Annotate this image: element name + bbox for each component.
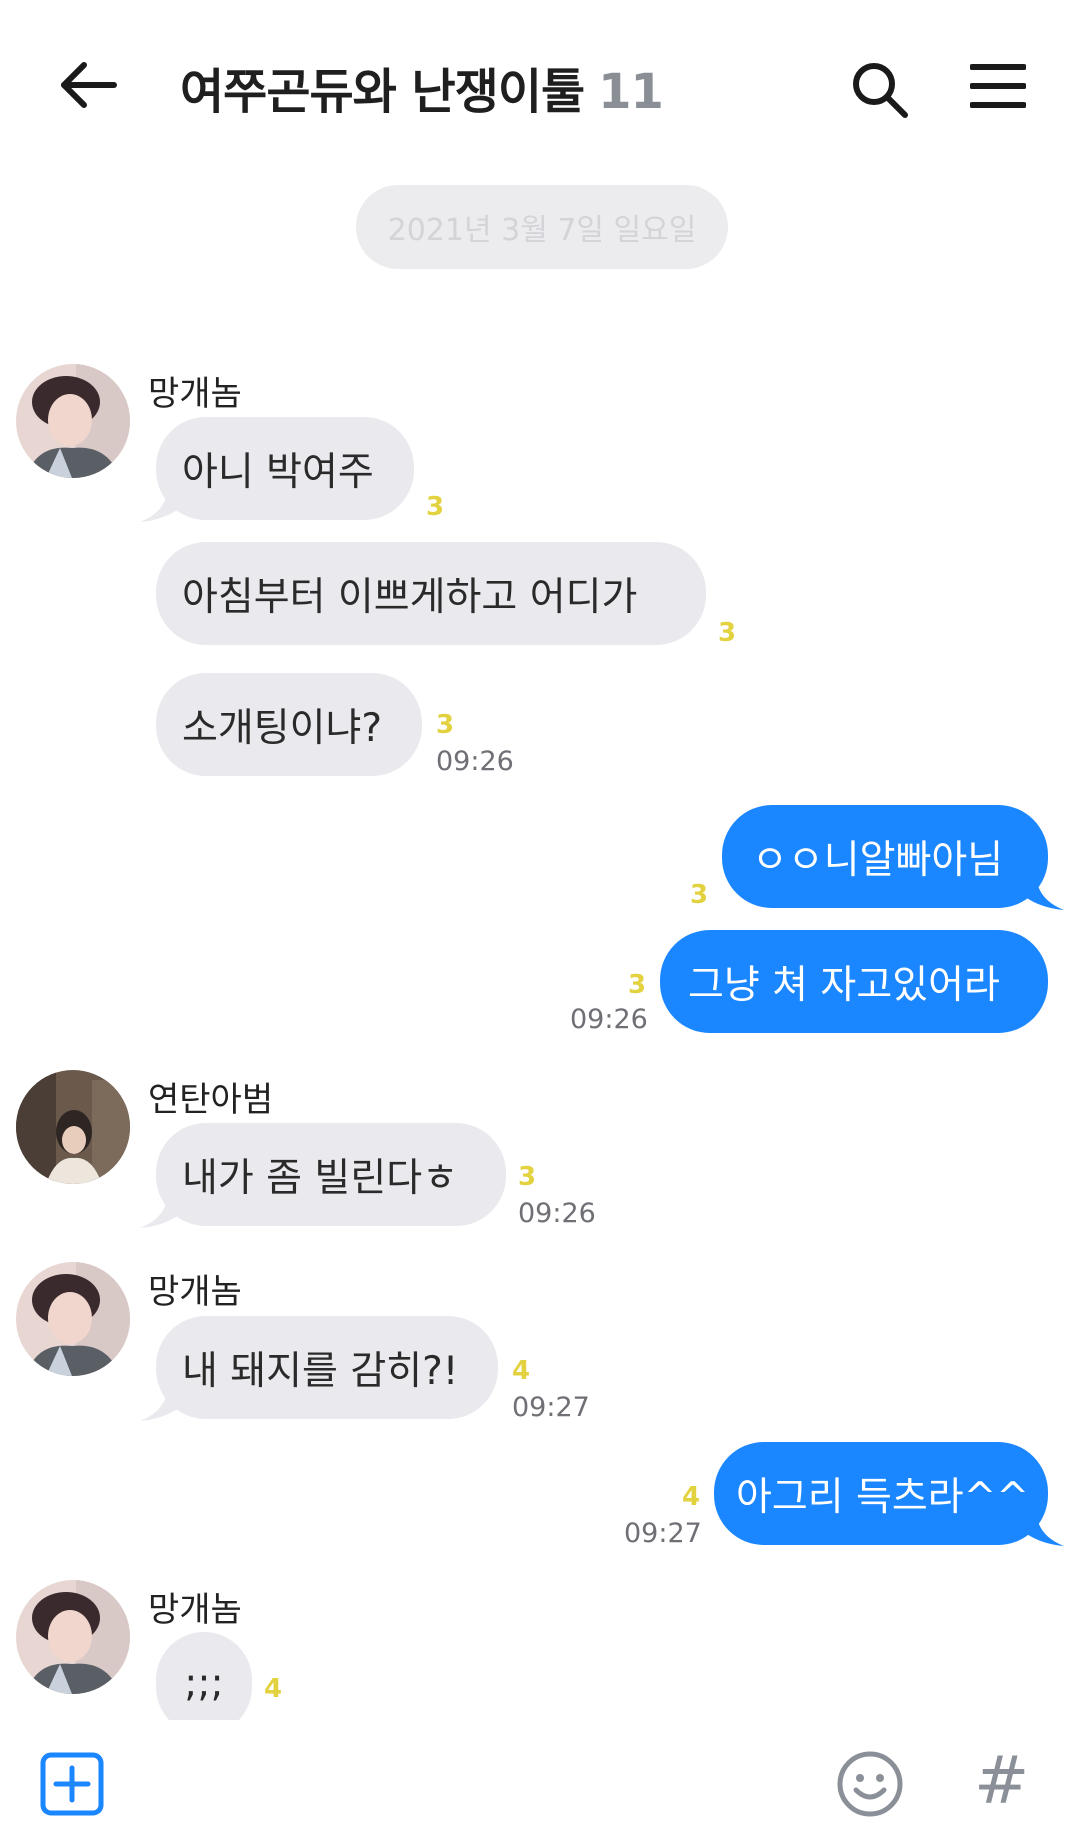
search-button[interactable] [850,60,910,120]
profile-photo-icon [16,1580,130,1694]
message-bubble[interactable]: 내 돼지를 감히?! [156,1316,498,1419]
sender-name: 연탄아범 [148,1080,274,1120]
unread-count: 3 [628,970,647,1000]
message-bubble[interactable]: 아니 박여주 [156,417,414,520]
chat-title: 여쭈곤듀와 난쟁이툴 11 [180,52,664,122]
message-bubble[interactable]: 아침부터 이쁘게하고 어디가 [156,542,706,645]
sender-name: 망개놈 [148,1590,242,1630]
date-divider: 2021년 3월 7일 일요일 [356,185,728,269]
message-time: 09:26 [518,1198,596,1229]
message-bubble[interactable]: 그냥 쳐 자고있어라 [660,930,1048,1033]
profile-photo-icon [16,1262,130,1376]
message-time: 09:26 [570,1004,648,1035]
chat-room-name: 여쭈곤듀와 난쟁이툴 [180,64,585,120]
message-time: 09:27 [624,1518,702,1549]
avatar[interactable] [16,364,130,478]
unread-count: 4 [512,1356,531,1386]
unread-count: 3 [718,618,737,648]
hamburger-menu-icon [969,64,1027,108]
chat-header: 여쭈곤듀와 난쟁이툴 11 [0,0,1080,170]
unread-count: 3 [426,492,445,522]
sender-name: 망개놈 [148,1272,242,1312]
member-count: 11 [598,64,664,120]
smiley-icon [837,1751,903,1817]
avatar[interactable] [16,1262,130,1376]
unread-count: 3 [436,710,455,740]
arrow-left-icon [61,62,117,108]
back-button[interactable] [58,60,118,110]
unread-count: 4 [682,1482,701,1512]
attach-button[interactable] [40,1752,104,1816]
profile-photo-icon [16,1070,130,1184]
search-icon [853,63,908,118]
plus-square-icon [40,1752,104,1816]
unread-count: 3 [690,880,709,910]
message-bubble[interactable]: 소개팅이냐? [156,673,422,776]
menu-button[interactable] [969,62,1027,110]
avatar[interactable] [16,1580,130,1694]
sender-name: 망개놈 [148,374,242,414]
avatar[interactable] [16,1070,130,1184]
message-bubble[interactable]: 아그리 득츠라^^ [714,1442,1048,1545]
input-bar [0,1720,1080,1848]
message-bubble[interactable]: ㅇㅇ니알빠아님 [722,805,1048,908]
profile-photo-icon [16,364,130,478]
bubble-tail [1024,1512,1064,1546]
hashtag-button[interactable]: # [974,1744,1034,1818]
message-time: 09:26 [436,746,514,777]
unread-count: 4 [264,1674,283,1704]
unread-count: 3 [518,1162,537,1192]
message-time: 09:27 [512,1392,590,1423]
message-bubble[interactable]: 내가 좀 빌린다ㅎ [156,1123,506,1226]
bubble-tail [1024,876,1064,910]
emoji-button[interactable] [836,1750,904,1818]
